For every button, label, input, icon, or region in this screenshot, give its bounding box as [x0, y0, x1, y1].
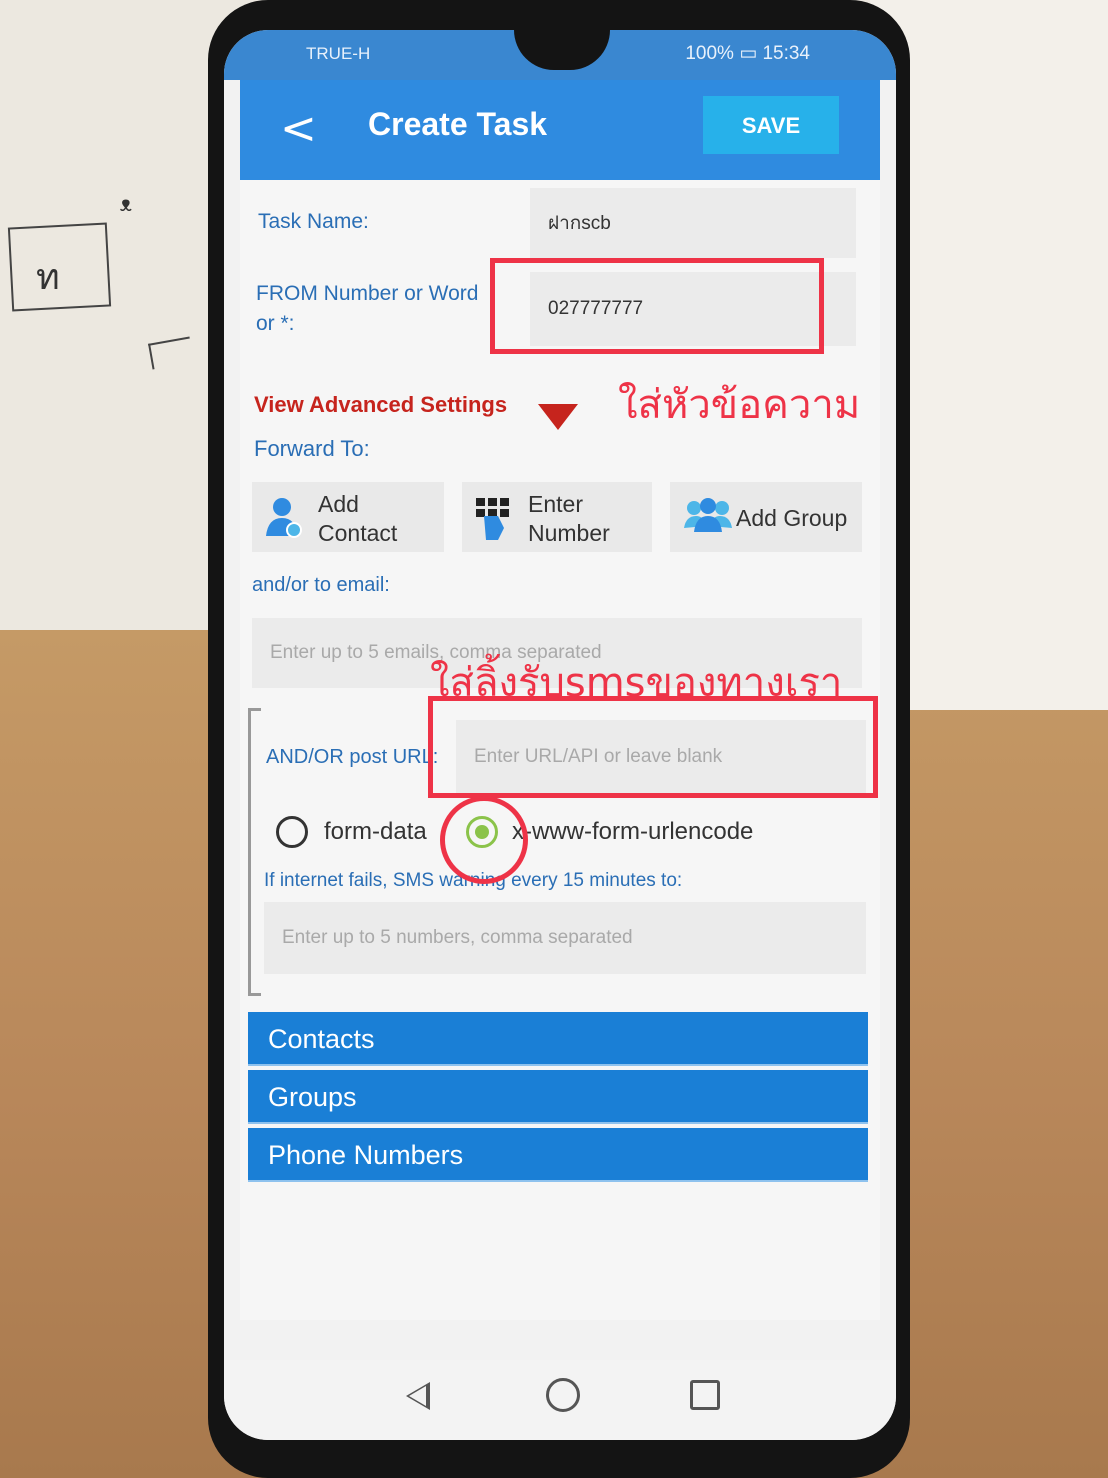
- forward-to-label: Forward To:: [254, 436, 370, 461]
- clock-label: 15:34: [762, 43, 810, 64]
- keypad-icon: [476, 498, 509, 540]
- nav-back-icon[interactable]: [406, 1382, 430, 1410]
- enter-number-button[interactable]: Enter Number: [462, 482, 652, 552]
- page-title: Create Task: [368, 106, 548, 142]
- status-right: 100% ▭ 15:34: [685, 42, 810, 65]
- android-nav-bar: [224, 1360, 896, 1440]
- nav-recent-apps-icon[interactable]: [690, 1380, 720, 1410]
- hand-drawn-letter: ท: [36, 257, 60, 298]
- radio-urlencode-label[interactable]: x-www-form-urlencode: [512, 818, 753, 846]
- enter-number-label: Enter Number: [528, 490, 610, 548]
- hand-drawn-mark: ᵜ: [120, 192, 132, 225]
- sms-warning-input[interactable]: Enter up to 5 numbers, comma separated: [264, 902, 866, 974]
- add-contact-button[interactable]: Add Contact: [252, 482, 444, 552]
- radio-form-data-label[interactable]: form-data: [324, 818, 427, 846]
- group-icon: [684, 498, 732, 532]
- task-name-label: Task Name:: [258, 210, 369, 233]
- section-phone-numbers[interactable]: Phone Numbers: [248, 1128, 868, 1182]
- radio-form-data[interactable]: [276, 816, 308, 848]
- annotation-header-hint: ใส่หัวข้อความ: [618, 382, 861, 428]
- email-label: and/or to email:: [252, 574, 390, 596]
- task-name-field[interactable]: ฝากscb: [530, 188, 856, 258]
- add-contact-line2: Contact: [318, 520, 398, 546]
- from-label-line1: FROM Number or Word: [256, 282, 479, 305]
- add-group-button[interactable]: Add Group: [670, 482, 862, 552]
- post-url-label: AND/OR post URL:: [266, 746, 439, 768]
- battery-label: 100%: [685, 43, 734, 64]
- add-contact-line1: Add: [318, 491, 359, 517]
- enter-number-line2: Number: [528, 520, 610, 546]
- annotation-circle-radio: [440, 796, 528, 884]
- from-label-line2: or *:: [256, 312, 295, 335]
- annotation-box-url: [428, 696, 878, 798]
- add-contact-icon: [266, 498, 302, 538]
- carrier-label: TRUE-H: [306, 44, 371, 63]
- nav-home-icon[interactable]: [546, 1378, 580, 1412]
- save-button[interactable]: SAVE: [703, 96, 839, 154]
- add-contact-label: Add Contact: [318, 490, 397, 548]
- section-contacts[interactable]: Contacts: [248, 1012, 868, 1066]
- enter-number-line1: Enter: [528, 491, 583, 517]
- back-button[interactable]: <: [280, 104, 320, 154]
- triangle-down-icon[interactable]: [538, 404, 578, 430]
- annotation-box-from: [490, 258, 824, 354]
- advanced-group-bracket: [248, 708, 261, 996]
- battery-icon: ▭: [739, 43, 758, 64]
- add-group-label: Add Group: [736, 505, 848, 531]
- section-groups[interactable]: Groups: [248, 1070, 868, 1124]
- view-advanced-settings-link[interactable]: View Advanced Settings: [254, 392, 507, 418]
